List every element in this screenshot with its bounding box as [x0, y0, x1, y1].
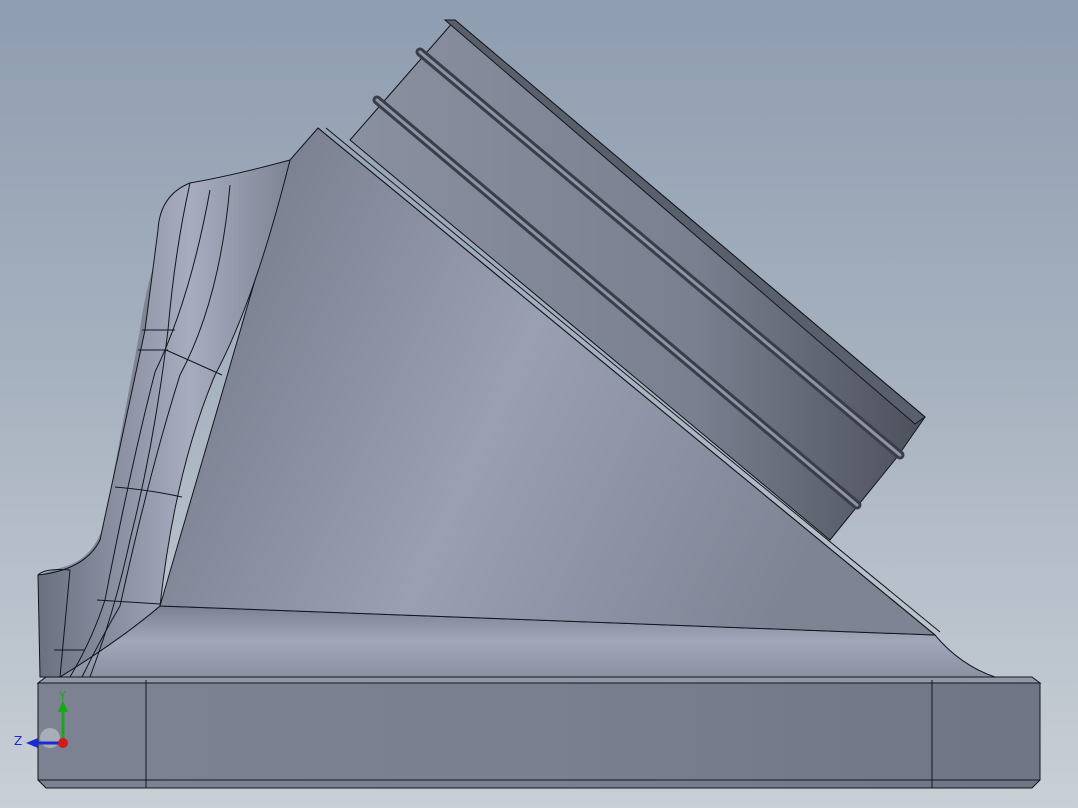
z-axis-label: Z	[14, 734, 22, 748]
base-plate[interactable]	[36, 676, 1042, 789]
part-model[interactable]: Y Z	[0, 0, 1078, 808]
graphics-viewport[interactable]: Y Z	[0, 0, 1078, 808]
y-axis-label: Y	[58, 689, 67, 703]
z-axis-arrow-icon	[26, 738, 38, 748]
origin-point	[58, 738, 68, 748]
